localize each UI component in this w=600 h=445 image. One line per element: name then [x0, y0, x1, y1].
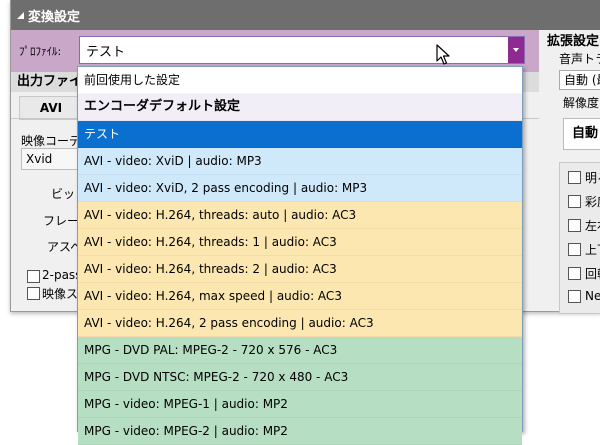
dropdown-option[interactable]: AVI - video: XviD | audio: MP3	[78, 148, 522, 175]
extended-settings-panel: 拡張設定 音声トラッ 自動 (最 解像度 自動 明るさ 彩度 左右 上下 回転 …	[541, 30, 600, 314]
audio-track-label: 音声トラッ	[559, 52, 600, 66]
framerate-label: フレー	[43, 214, 80, 228]
two-pass-checkbox[interactable]	[27, 270, 40, 283]
profile-label: ﾌﾟﾛﾌｧｲﾙ:	[19, 45, 62, 58]
brightness-checkbox[interactable]	[568, 171, 581, 184]
dropdown-option[interactable]: MPG - DVD NTSC: MPEG-2 - 720 x 480 - AC3	[78, 364, 522, 391]
rotate-option[interactable]: 回転	[568, 265, 600, 282]
dropdown-option[interactable]: MPG - video: MPEG-1 | audio: MP2	[78, 391, 522, 418]
dropdown-option[interactable]: AVI - video: H.264, 2 pass encoding | au…	[78, 310, 522, 337]
dropdown-option[interactable]: AVI - video: H.264, threads: 1 | audio: …	[78, 229, 522, 256]
negative-option[interactable]: Nega	[568, 289, 600, 303]
negative-label: Nega	[585, 289, 600, 303]
rotate-label: 回転	[585, 267, 600, 281]
dropdown-option[interactable]: エンコーダデフォルト設定	[78, 94, 522, 121]
saturation-checkbox[interactable]	[568, 195, 581, 208]
dropdown-option[interactable]: 前回使用した設定	[78, 67, 522, 94]
adjustments-group: 明るさ 彩度 左右 上下 回転 Nega	[559, 162, 600, 314]
video-codec-select[interactable]: Xvid	[21, 148, 81, 170]
dropdown-option[interactable]: MPG - DVD PAL: MPEG-2 - 720 x 576 - AC3	[78, 337, 522, 364]
flip-horizontal-checkbox[interactable]	[568, 219, 581, 232]
extended-settings-title: 拡張設定	[547, 34, 600, 49]
flip-vertical-label: 上下	[585, 243, 600, 257]
rotate-checkbox[interactable]	[568, 267, 581, 280]
flip-vertical-checkbox[interactable]	[568, 243, 581, 256]
video-codec-label: 映像コーデ	[21, 134, 82, 148]
dropdown-option[interactable]: MPG - video: MPEG-2 | audio: MP2	[78, 418, 522, 445]
brightness-option[interactable]: 明るさ	[568, 169, 600, 186]
dropdown-option[interactable]: AVI - video: XviD, 2 pass encoding | aud…	[78, 175, 522, 202]
video-stream-label: 映像ス	[42, 287, 79, 301]
brightness-label: 明るさ	[585, 171, 600, 185]
dropdown-option[interactable]: AVI - video: H.264, threads: 2 | audio: …	[78, 256, 522, 283]
window-title: 変換設定	[28, 9, 81, 25]
two-pass-label: 2-pass	[42, 268, 82, 282]
chevron-down-icon	[513, 48, 519, 52]
saturation-option[interactable]: 彩度	[568, 193, 600, 210]
flip-horizontal-label: 左右	[585, 219, 600, 233]
negative-checkbox[interactable]	[568, 289, 581, 303]
saturation-label: 彩度	[585, 195, 600, 209]
mouse-cursor-icon	[436, 44, 450, 65]
profile-combobox-value: テスト	[86, 44, 126, 60]
dropdown-option[interactable]: AVI - video: H.264, threads: auto | audi…	[78, 202, 522, 229]
tab-avi[interactable]: AVI	[19, 96, 83, 120]
resolution-button[interactable]: 自動	[563, 118, 600, 150]
flip-vertical-option[interactable]: 上下	[568, 241, 600, 258]
window-titlebar[interactable]: 変換設定	[11, 0, 600, 30]
profile-dropdown-list: 前回使用した設定 エンコーダデフォルト設定 テスト AVI - video: XviD…	[77, 66, 523, 445]
video-stream-checkbox[interactable]	[27, 287, 40, 300]
collapse-triangle-icon[interactable]	[17, 11, 24, 19]
profile-dropdown-button[interactable]	[508, 37, 524, 63]
audio-track-select[interactable]: 自動 (最	[559, 70, 600, 90]
dropdown-option-selected[interactable]: テスト	[78, 121, 522, 148]
dropdown-option[interactable]: AVI - video: H.264, max speed | audio: A…	[78, 283, 522, 310]
flip-horizontal-option[interactable]: 左右	[568, 217, 600, 234]
resolution-label: 解像度	[563, 96, 600, 110]
profile-combobox[interactable]: テスト	[79, 36, 525, 64]
